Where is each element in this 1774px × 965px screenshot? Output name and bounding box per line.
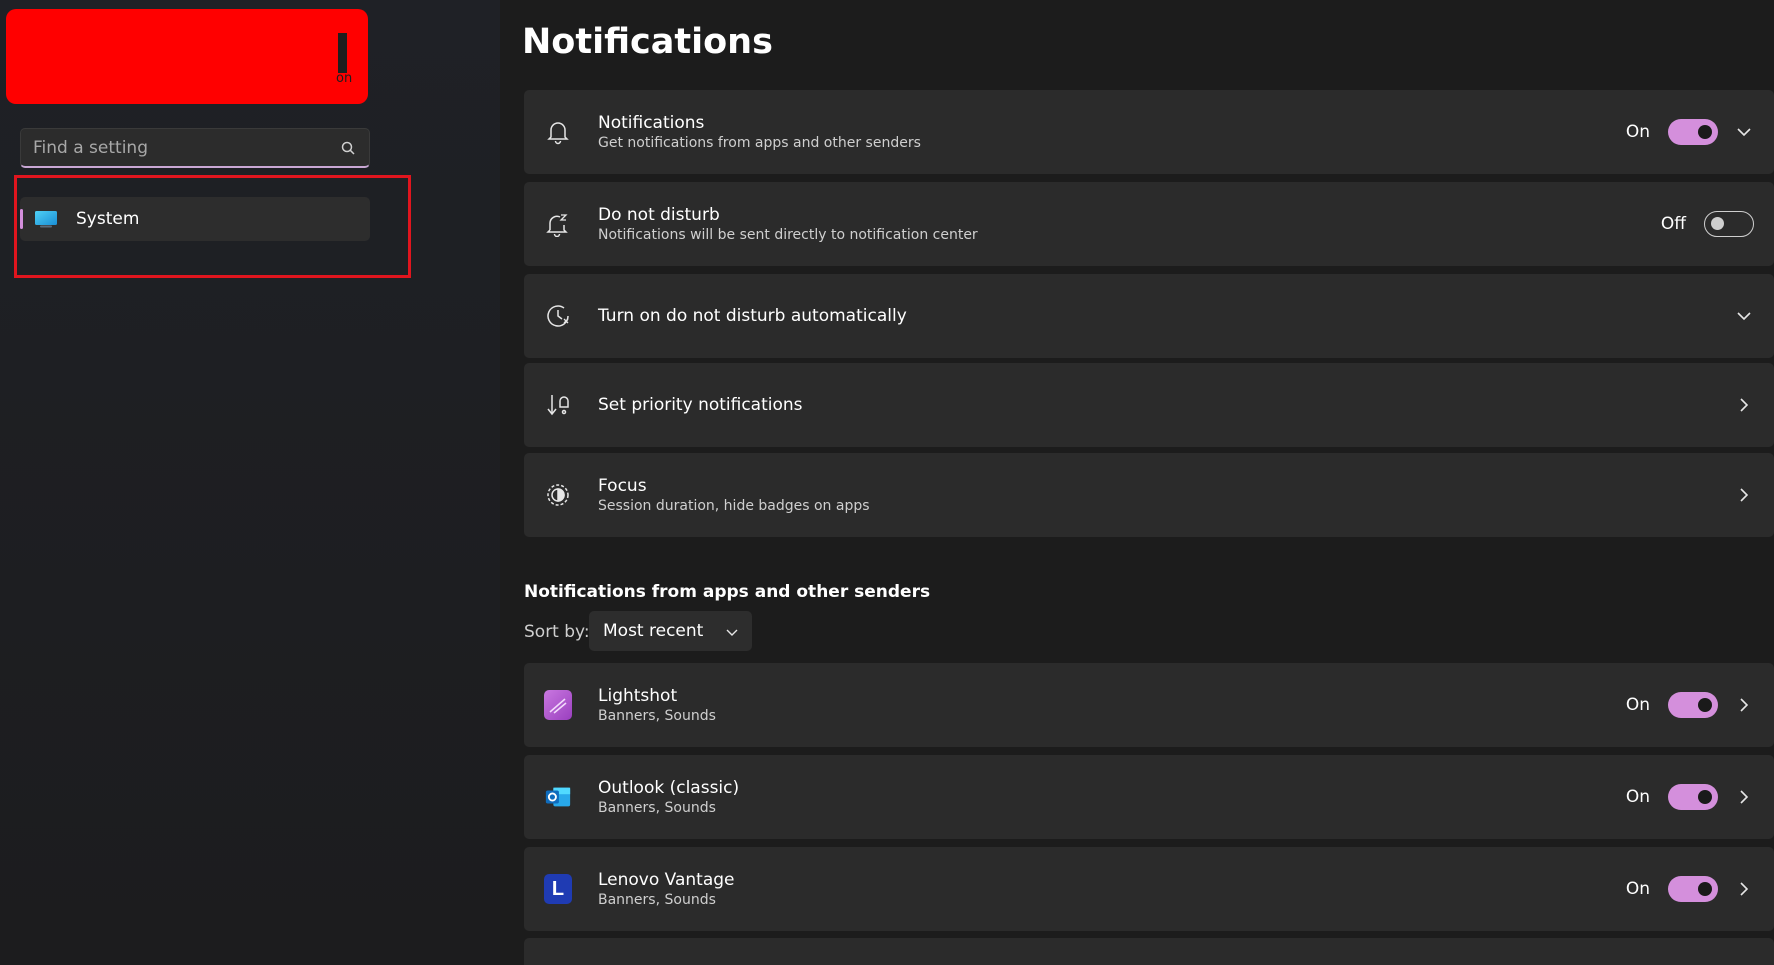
do-not-disturb-card[interactable]: Do not disturb Notifications will be sen… [524,182,1774,266]
main-content: Notifications Notifications Get notifica… [522,0,1774,965]
chevron-right-icon[interactable] [1734,787,1754,807]
chevron-right-icon[interactable] [1734,485,1754,505]
app-row-lenovo-vantage[interactable]: L Lenovo Vantage Banners, Sounds On [524,847,1774,931]
search-input[interactable] [33,137,339,158]
app-name: Lightshot [598,685,678,706]
card-title: Turn on do not disturb automatically [598,306,907,326]
redacted-bar [338,33,347,73]
card-title: Notifications [598,112,705,133]
search-box[interactable] [20,128,370,168]
selection-indicator [20,209,23,229]
app-subtitle: Banners, Sounds [598,891,716,908]
toggle-state-label: On [1625,122,1650,142]
app-name: Lenovo Vantage [598,869,735,890]
toggle-state-label: On [1625,879,1650,899]
system-monitor-icon [35,211,57,228]
outlook-icon [544,783,572,811]
redacted-profile-area: on [6,9,368,104]
app-subtitle: Banners, Sounds [598,707,716,724]
card-title: Focus [598,475,647,496]
focus-card[interactable]: Focus Session duration, hide badges on a… [524,453,1774,537]
toggle-state-label: On [1625,787,1650,807]
priority-notifications-card[interactable]: Set priority notifications [524,363,1774,447]
sort-by-label: Sort by: [524,622,590,642]
bell-icon [544,118,572,146]
app-row-partial[interactable] [524,938,1774,965]
lenovo-vantage-toggle[interactable] [1668,876,1718,902]
page-title: Notifications [522,22,773,62]
app-name: Outlook (classic) [598,777,740,798]
chevron-down-icon[interactable] [1734,122,1754,142]
lightshot-toggle[interactable] [1668,692,1718,718]
focus-icon [544,481,572,509]
outlook-toggle[interactable] [1668,784,1718,810]
search-icon[interactable] [339,139,357,157]
app-row-outlook[interactable]: Outlook (classic) Banners, Sounds On [524,755,1774,839]
chevron-right-icon[interactable] [1734,879,1754,899]
chevron-down-icon [726,622,738,641]
sidebar: on System [0,0,500,965]
chevron-right-icon[interactable] [1734,695,1754,715]
sidebar-item-label: System [76,209,140,229]
toggle-state-label: Off [1660,214,1686,234]
sort-dropdown[interactable]: Most recent [589,611,752,651]
card-title: Set priority notifications [598,395,803,415]
card-title: Do not disturb [598,204,720,225]
card-subtitle: Get notifications from apps and other se… [598,134,921,151]
app-row-lightshot[interactable]: Lightshot Banners, Sounds On [524,663,1774,747]
app-subtitle: Banners, Sounds [598,799,716,816]
toggle-state-label: On [1625,695,1650,715]
lenovo-letter: L [544,874,572,904]
notifications-card[interactable]: Notifications Get notifications from app… [524,90,1774,174]
notifications-toggle[interactable] [1668,119,1718,145]
bell-snooze-icon [544,210,572,238]
sort-dropdown-value: Most recent [603,621,704,641]
clock-icon [544,302,572,330]
sidebar-item-system[interactable]: System [20,197,370,241]
lenovo-vantage-icon: L [544,874,572,904]
do-not-disturb-toggle[interactable] [1704,211,1754,237]
redacted-text-fragment: on [336,71,353,86]
apps-section-title: Notifications from apps and other sender… [524,582,931,602]
priority-icon [544,391,572,419]
chevron-right-icon[interactable] [1734,395,1754,415]
card-subtitle: Notifications will be sent directly to n… [598,226,978,243]
dnd-automatic-card[interactable]: Turn on do not disturb automatically [524,274,1774,358]
card-subtitle: Session duration, hide badges on apps [598,497,870,514]
lightshot-icon [544,690,572,720]
chevron-down-icon[interactable] [1734,306,1754,326]
